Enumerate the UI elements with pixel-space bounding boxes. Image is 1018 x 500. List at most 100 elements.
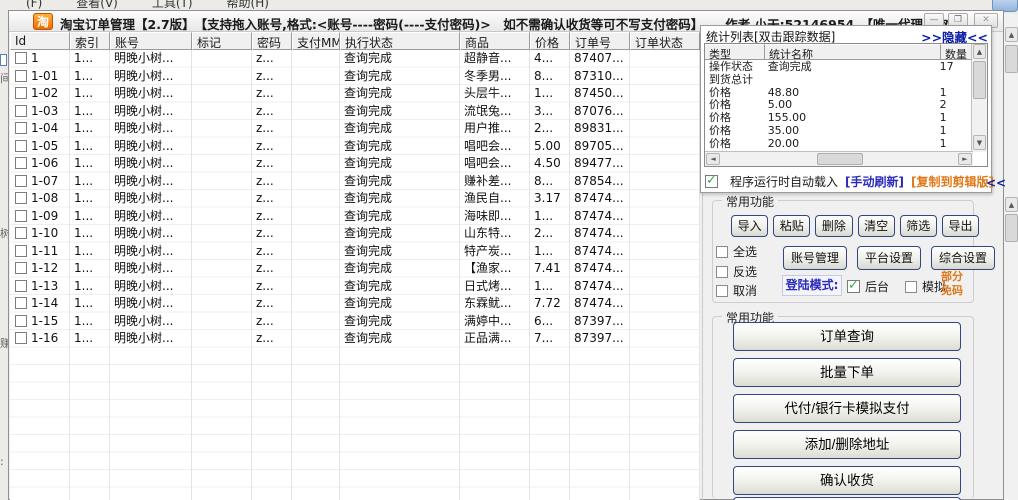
table-row[interactable]: 1-13 1... 明晚小树... z... 查询完成 日式烤... 1... 87474..… <box>10 278 700 296</box>
table-row[interactable]: 1-11 1... 明晚小树... z... 查询完成 特产炭... 1... 87474..… <box>10 243 700 261</box>
button-账号管理[interactable]: 账号管理 <box>783 246 848 270</box>
copy-clipboard-link[interactable]: [复制到剪辑版] <box>911 173 994 190</box>
scrollbar-thumb[interactable] <box>1005 214 1018 242</box>
column-header-7[interactable]: 商品 <box>460 32 530 50</box>
login-option-checkbox[interactable] <box>847 278 860 293</box>
row-checkbox[interactable] <box>15 314 27 327</box>
checkbox-box[interactable] <box>716 265 728 278</box>
row-checkbox[interactable] <box>15 174 27 187</box>
column-header-6[interactable]: 执行状态 <box>340 32 460 50</box>
checkbox-box[interactable] <box>716 285 728 297</box>
row-checkbox[interactable] <box>15 69 27 82</box>
row-checkbox[interactable] <box>15 244 27 257</box>
column-header-9[interactable]: 订单号 <box>570 32 630 50</box>
stats-row[interactable]: 到货总计 <box>705 73 967 86</box>
row-checkbox[interactable] <box>15 279 27 292</box>
table-row[interactable]: 1-15 1... 明晚小树... z... 查询完成 满婷中... 6... 87397..… <box>10 313 700 331</box>
button-导出[interactable]: 导出 <box>941 215 980 237</box>
stats-row[interactable]: 操作状态 查询完成 17 <box>705 60 967 73</box>
scroll-up-icon[interactable]: ▲ <box>973 44 986 59</box>
stats-row[interactable]: 价格 155.00 1 <box>705 111 967 124</box>
action-button-订单查询[interactable]: 订单查询 <box>733 322 961 351</box>
row-checkbox[interactable] <box>15 192 27 204</box>
table-row[interactable]: 1-12 1... 明晚小树... z... 查询完成 【渔家... 7.41 87474..… <box>10 260 700 278</box>
cell-id: 1-14 <box>10 295 70 313</box>
checkbox-box[interactable] <box>716 246 728 258</box>
row-checkbox[interactable] <box>15 87 27 99</box>
action-button-批量下单[interactable]: 批量下单 <box>733 358 961 387</box>
button-筛选[interactable]: 筛选 <box>899 215 937 237</box>
column-header-1[interactable]: 索引 <box>70 32 110 50</box>
column-header-8[interactable]: 价格 <box>530 32 570 50</box>
table-row[interactable]: 1-09 1... 明晚小树... z... 查询完成 海味即... 1... 87474..… <box>10 208 700 226</box>
column-header-10[interactable]: 订单状态 <box>630 32 700 50</box>
scroll-right-icon[interactable]: ► <box>958 153 972 165</box>
manual-refresh-link[interactable]: [手动刷新] <box>845 173 904 190</box>
row-checkbox[interactable] <box>15 332 27 344</box>
scroll-left-icon[interactable]: ◄ <box>706 153 720 165</box>
button-粘贴[interactable]: 粘贴 <box>773 215 811 237</box>
checkbox-全选[interactable]: 全选 <box>716 243 757 260</box>
table-row[interactable]: 1-05 1... 明晚小树... z... 查询完成 唱吧会... 5.00 89705..… <box>10 138 700 156</box>
action-button-确认收货[interactable]: 确认收货 <box>733 466 961 495</box>
table-row[interactable]: 1-02 1... 明晚小树... z... 查询完成 头层牛... 1... 87450..… <box>10 85 700 103</box>
table-row[interactable]: 1-14 1... 明晚小树... z... 查询完成 东霖鱿... 7.72 87474..… <box>10 295 700 313</box>
stats-row[interactable]: 价格 48.80 1 <box>705 86 967 99</box>
table-row[interactable]: 1-03 1... 明晚小树... z... 查询完成 流氓兔... 3... 87076..… <box>10 103 700 121</box>
table-row[interactable]: 1-01 1... 明晚小树... z... 查询完成 冬季男... 8... 87310..… <box>10 68 700 86</box>
row-checkbox[interactable] <box>15 157 27 169</box>
scrollbar-thumb[interactable] <box>817 153 863 165</box>
scroll-up-icon[interactable]: ▲ <box>1005 197 1018 212</box>
row-checkbox[interactable] <box>15 104 27 117</box>
login-option-checkbox[interactable] <box>905 281 918 293</box>
scroll-up-icon[interactable]: ▲ <box>1005 27 1018 42</box>
column-header-4[interactable]: 密码 <box>252 32 292 50</box>
stats-column-header-2[interactable]: 数量 <box>941 44 973 60</box>
cell-product: 唱吧会... <box>464 156 512 170</box>
login-mode-label[interactable]: 登陆模式: <box>782 275 842 296</box>
row-checkbox[interactable] <box>15 139 27 152</box>
action-button-添加/删除地址[interactable]: 添加/删除地址 <box>733 430 961 459</box>
table-row[interactable]: 1-16 1... 明晚小树... z... 查询完成 正品满... 7... 87397..… <box>10 330 700 348</box>
table-row[interactable]: 1-04 1... 明晚小树... z... 查询完成 用户推... 2... 89831..… <box>10 120 700 138</box>
cell-password: z... <box>256 191 274 205</box>
table-row[interactable]: 1-08 1... 明晚小树... z... 查询完成 渔民自... 3.17 87474..… <box>10 190 700 208</box>
column-header-3[interactable]: 标记 <box>192 32 252 50</box>
row-checkbox[interactable] <box>15 209 27 222</box>
login-option-模拟[interactable]: 模拟 <box>905 278 946 295</box>
button-导入[interactable]: 导入 <box>731 215 769 237</box>
stats-row[interactable]: 价格 35.00 1 <box>705 124 967 137</box>
row-checkbox[interactable] <box>15 122 27 134</box>
scrollbar-thumb[interactable] <box>973 61 986 99</box>
background-scrollbar[interactable]: ▲ ▲ <box>1003 14 1018 500</box>
checkbox-取消[interactable]: 取消 <box>716 282 757 299</box>
table-row[interactable]: 1-06 1... 明晚小树... z... 查询完成 唱吧会... 4.50 89477..… <box>10 155 700 173</box>
table-row[interactable]: 1 1... 明晚小树... z... 查询完成 超静音... 4... 87407... <box>10 50 700 68</box>
stats-vertical-scrollbar[interactable]: ▲ ▼ <box>971 44 987 152</box>
button-综合设置[interactable]: 综合设置 <box>931 246 996 270</box>
stats-horizontal-scrollbar[interactable]: ◄ ► <box>705 151 973 166</box>
autoload-checkbox[interactable] <box>705 173 718 188</box>
row-checkbox[interactable] <box>15 227 27 239</box>
cell-product: 渔民自... <box>464 191 512 205</box>
button-平台设置[interactable]: 平台设置 <box>857 246 922 270</box>
stats-column-header-0[interactable]: 类型 <box>705 44 765 60</box>
column-header-5[interactable]: 支付MM <box>292 32 340 50</box>
button-清空[interactable]: 清空 <box>857 215 895 237</box>
stats-column-header-1[interactable]: 统计名称 <box>765 44 941 60</box>
login-option-后台[interactable]: 后台 <box>847 278 889 295</box>
row-checkbox[interactable] <box>15 297 27 309</box>
stats-row[interactable]: 价格 20.00 1 <box>705 137 967 150</box>
action-button-代付/银行卡模拟支付[interactable]: 代付/银行卡模拟支付 <box>733 394 961 423</box>
button-删除[interactable]: 删除 <box>815 215 853 237</box>
column-header-2[interactable]: 账号 <box>110 32 192 50</box>
table-row[interactable]: 1-07 1... 明晚小树... z... 查询完成 赚补差... 8... 87854..… <box>10 173 700 191</box>
checkbox-反选[interactable]: 反选 <box>716 263 757 280</box>
scroll-down-icon[interactable]: ▼ <box>973 135 986 150</box>
scrollbar-thumb[interactable] <box>1005 45 1018 73</box>
column-header-0[interactable]: Id <box>10 32 70 50</box>
table-row[interactable]: 1-10 1... 明晚小树... z... 查询完成 山东特... 2... 87474..… <box>10 225 700 243</box>
row-checkbox[interactable] <box>15 262 27 274</box>
stats-row[interactable]: 价格 5.00 2 <box>705 98 967 111</box>
row-checkbox[interactable] <box>15 52 27 64</box>
